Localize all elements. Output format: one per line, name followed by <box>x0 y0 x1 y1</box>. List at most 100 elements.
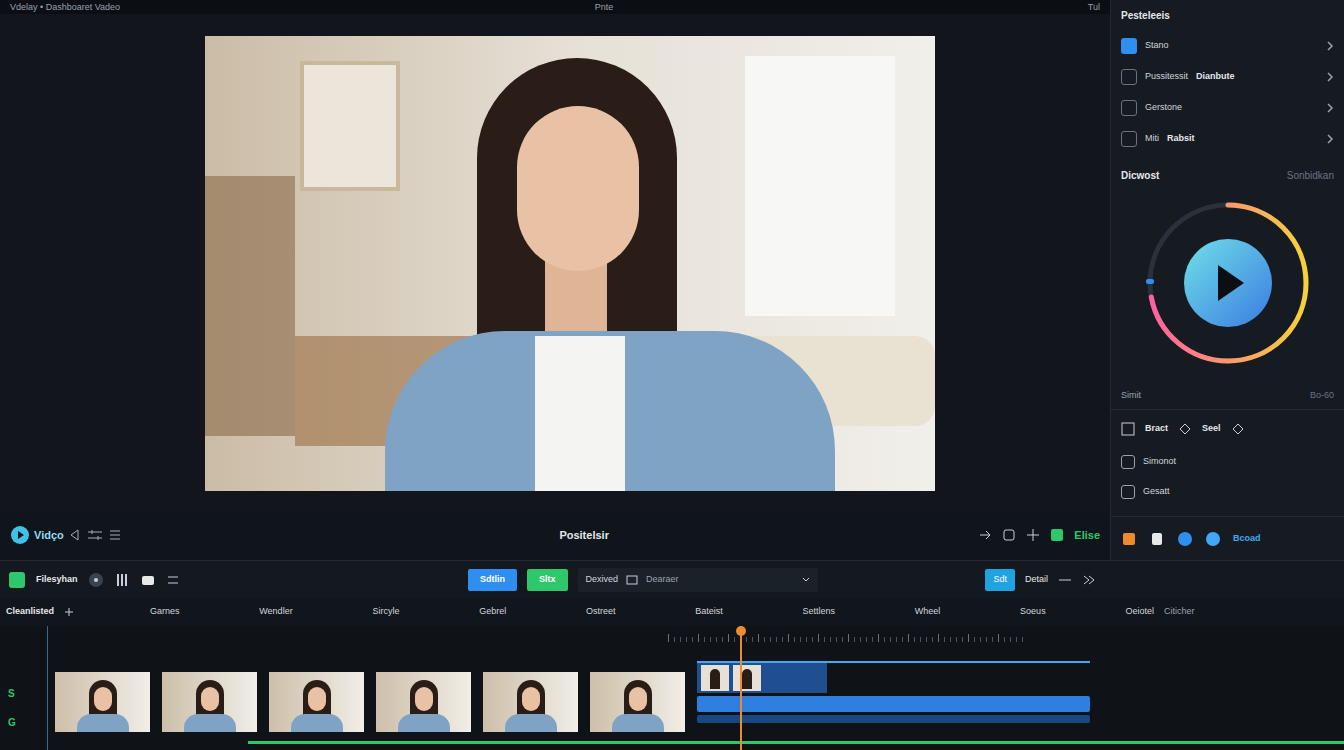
panel-footer: Bcoad <box>1111 516 1344 560</box>
thumb-face <box>629 687 647 711</box>
ruler-tick <box>722 637 723 642</box>
ruler-tick <box>980 637 981 642</box>
ruler-tick <box>956 637 957 642</box>
right-label[interactable]: Detail <box>1025 573 1048 587</box>
ruler-tick <box>866 637 867 642</box>
clip-strip <box>697 663 827 693</box>
timeline-columns: GarnesWendlerSircyleGebrelOstreetBateist… <box>150 605 1164 619</box>
dash-icon[interactable] <box>1058 575 1072 585</box>
property-row[interactable]: PussitessitDianbute <box>1111 61 1344 92</box>
dropdown-value[interactable]: Dearaer <box>646 573 793 587</box>
page-icon[interactable] <box>1149 531 1165 547</box>
ruler-tick <box>692 637 693 642</box>
right-button[interactable]: Sdt <box>985 569 1015 591</box>
share-icon[interactable] <box>1205 531 1221 547</box>
ruler-tick <box>704 637 705 642</box>
camera-icon[interactable] <box>140 572 156 588</box>
option-row[interactable]: Simonot <box>1111 447 1344 477</box>
chevron-icon <box>1326 134 1334 144</box>
ruler-tick <box>860 637 861 642</box>
adjust-icon[interactable] <box>86 528 104 542</box>
footer-action[interactable]: Bcoad <box>1233 532 1261 546</box>
export-label[interactable]: Elise <box>1074 527 1100 544</box>
toolbar-button[interactable]: Sdtlin <box>468 569 517 591</box>
property-icon <box>1121 69 1137 85</box>
ruler-tick <box>968 634 969 642</box>
property-value: Rabsit <box>1167 132 1318 146</box>
tool-tab[interactable]: Bract <box>1145 422 1168 436</box>
shape-icon[interactable] <box>1231 422 1245 436</box>
list-icon[interactable] <box>108 528 122 542</box>
ruler-tick <box>770 637 771 642</box>
thumbnail[interactable] <box>590 672 685 732</box>
thumbnail[interactable] <box>376 672 471 732</box>
frame-icon[interactable] <box>1002 528 1016 542</box>
ruler-tick <box>842 637 843 642</box>
toolbar-button[interactable]: Sltx <box>527 569 568 591</box>
tool-tab[interactable]: Seel <box>1202 422 1221 436</box>
timeline-column: Wendler <box>259 605 292 619</box>
shelf-shape <box>205 176 295 436</box>
thumb-shirt <box>612 714 664 732</box>
record-icon[interactable] <box>88 572 104 588</box>
grid-icon[interactable] <box>1121 422 1135 436</box>
ruler-tick <box>728 634 729 642</box>
menu-icon[interactable] <box>166 573 180 587</box>
ruler-tick <box>680 637 681 642</box>
play-ring[interactable] <box>1111 183 1344 383</box>
box-icon <box>626 575 638 585</box>
top-bar: Vdelay • Dashboaret VadeoPnteTul <box>0 0 1110 14</box>
chevron-icon <box>1326 72 1334 82</box>
ruler-tick <box>794 637 795 642</box>
thumbnail[interactable] <box>55 672 150 732</box>
property-row[interactable]: Miti Rabsit <box>1111 123 1344 154</box>
thumbnail[interactable] <box>162 672 257 732</box>
ruler-tick <box>932 637 933 642</box>
thumbnail[interactable] <box>483 672 578 732</box>
selected-clip[interactable] <box>697 661 1090 723</box>
timeline-column: Wheel <box>915 605 941 619</box>
thumb-shirt <box>77 714 129 732</box>
volume-icon[interactable] <box>68 528 82 542</box>
thumb-shirt <box>291 714 343 732</box>
playhead-knob[interactable] <box>736 626 746 636</box>
ruler-tick <box>908 634 909 642</box>
circle-icon[interactable] <box>1177 531 1193 547</box>
toolbar-label: Filesyhan <box>36 573 78 587</box>
shape-icon[interactable] <box>1178 422 1192 436</box>
export-icon[interactable] <box>1050 528 1064 542</box>
dropdown-icon <box>802 577 810 583</box>
option-row[interactable]: Gesatt <box>1111 477 1344 507</box>
section-action[interactable]: Sonbidkan <box>1287 168 1334 183</box>
property-label: Miti <box>1145 132 1159 146</box>
toolbar-left: Filesyhan <box>8 571 458 589</box>
ruler-tick <box>776 637 777 642</box>
property-row[interactable]: Stano <box>1111 30 1344 61</box>
clip-thumb <box>733 665 761 691</box>
forward-icon[interactable] <box>978 528 992 542</box>
add-track-icon[interactable] <box>64 607 74 617</box>
property-row[interactable]: Gerstone <box>1111 92 1344 123</box>
track-label: S <box>8 686 47 701</box>
ruler-tick <box>896 637 897 642</box>
clip-sub-bar <box>697 715 1090 723</box>
add-icon[interactable] <box>1026 528 1040 542</box>
ruler-tick <box>674 637 675 642</box>
ruler-tick <box>920 637 921 642</box>
timeline-end: Citicher <box>1164 605 1344 619</box>
toolbar-field[interactable]: DexivedDearaer <box>578 568 818 592</box>
playhead[interactable] <box>740 626 742 750</box>
skip-icon[interactable] <box>1082 575 1096 585</box>
picture-frame-shape <box>300 61 400 191</box>
section-title: Dicwost <box>1121 168 1159 183</box>
timeline-column: Bateist <box>695 605 723 619</box>
thumbnail[interactable] <box>269 672 364 732</box>
property-label: Gerstone <box>1145 101 1182 115</box>
ruler-tick <box>848 634 849 642</box>
timeline-column: Garnes <box>150 605 180 619</box>
timeline-title-wrap: Cleanlisted <box>0 605 150 619</box>
color-icon[interactable] <box>1121 531 1137 547</box>
media-icon[interactable] <box>8 571 26 589</box>
preview-column: Vdelay • Dashboaret VadeoPnteTulVidçoPos… <box>0 0 1110 560</box>
split-icon[interactable] <box>114 572 130 588</box>
